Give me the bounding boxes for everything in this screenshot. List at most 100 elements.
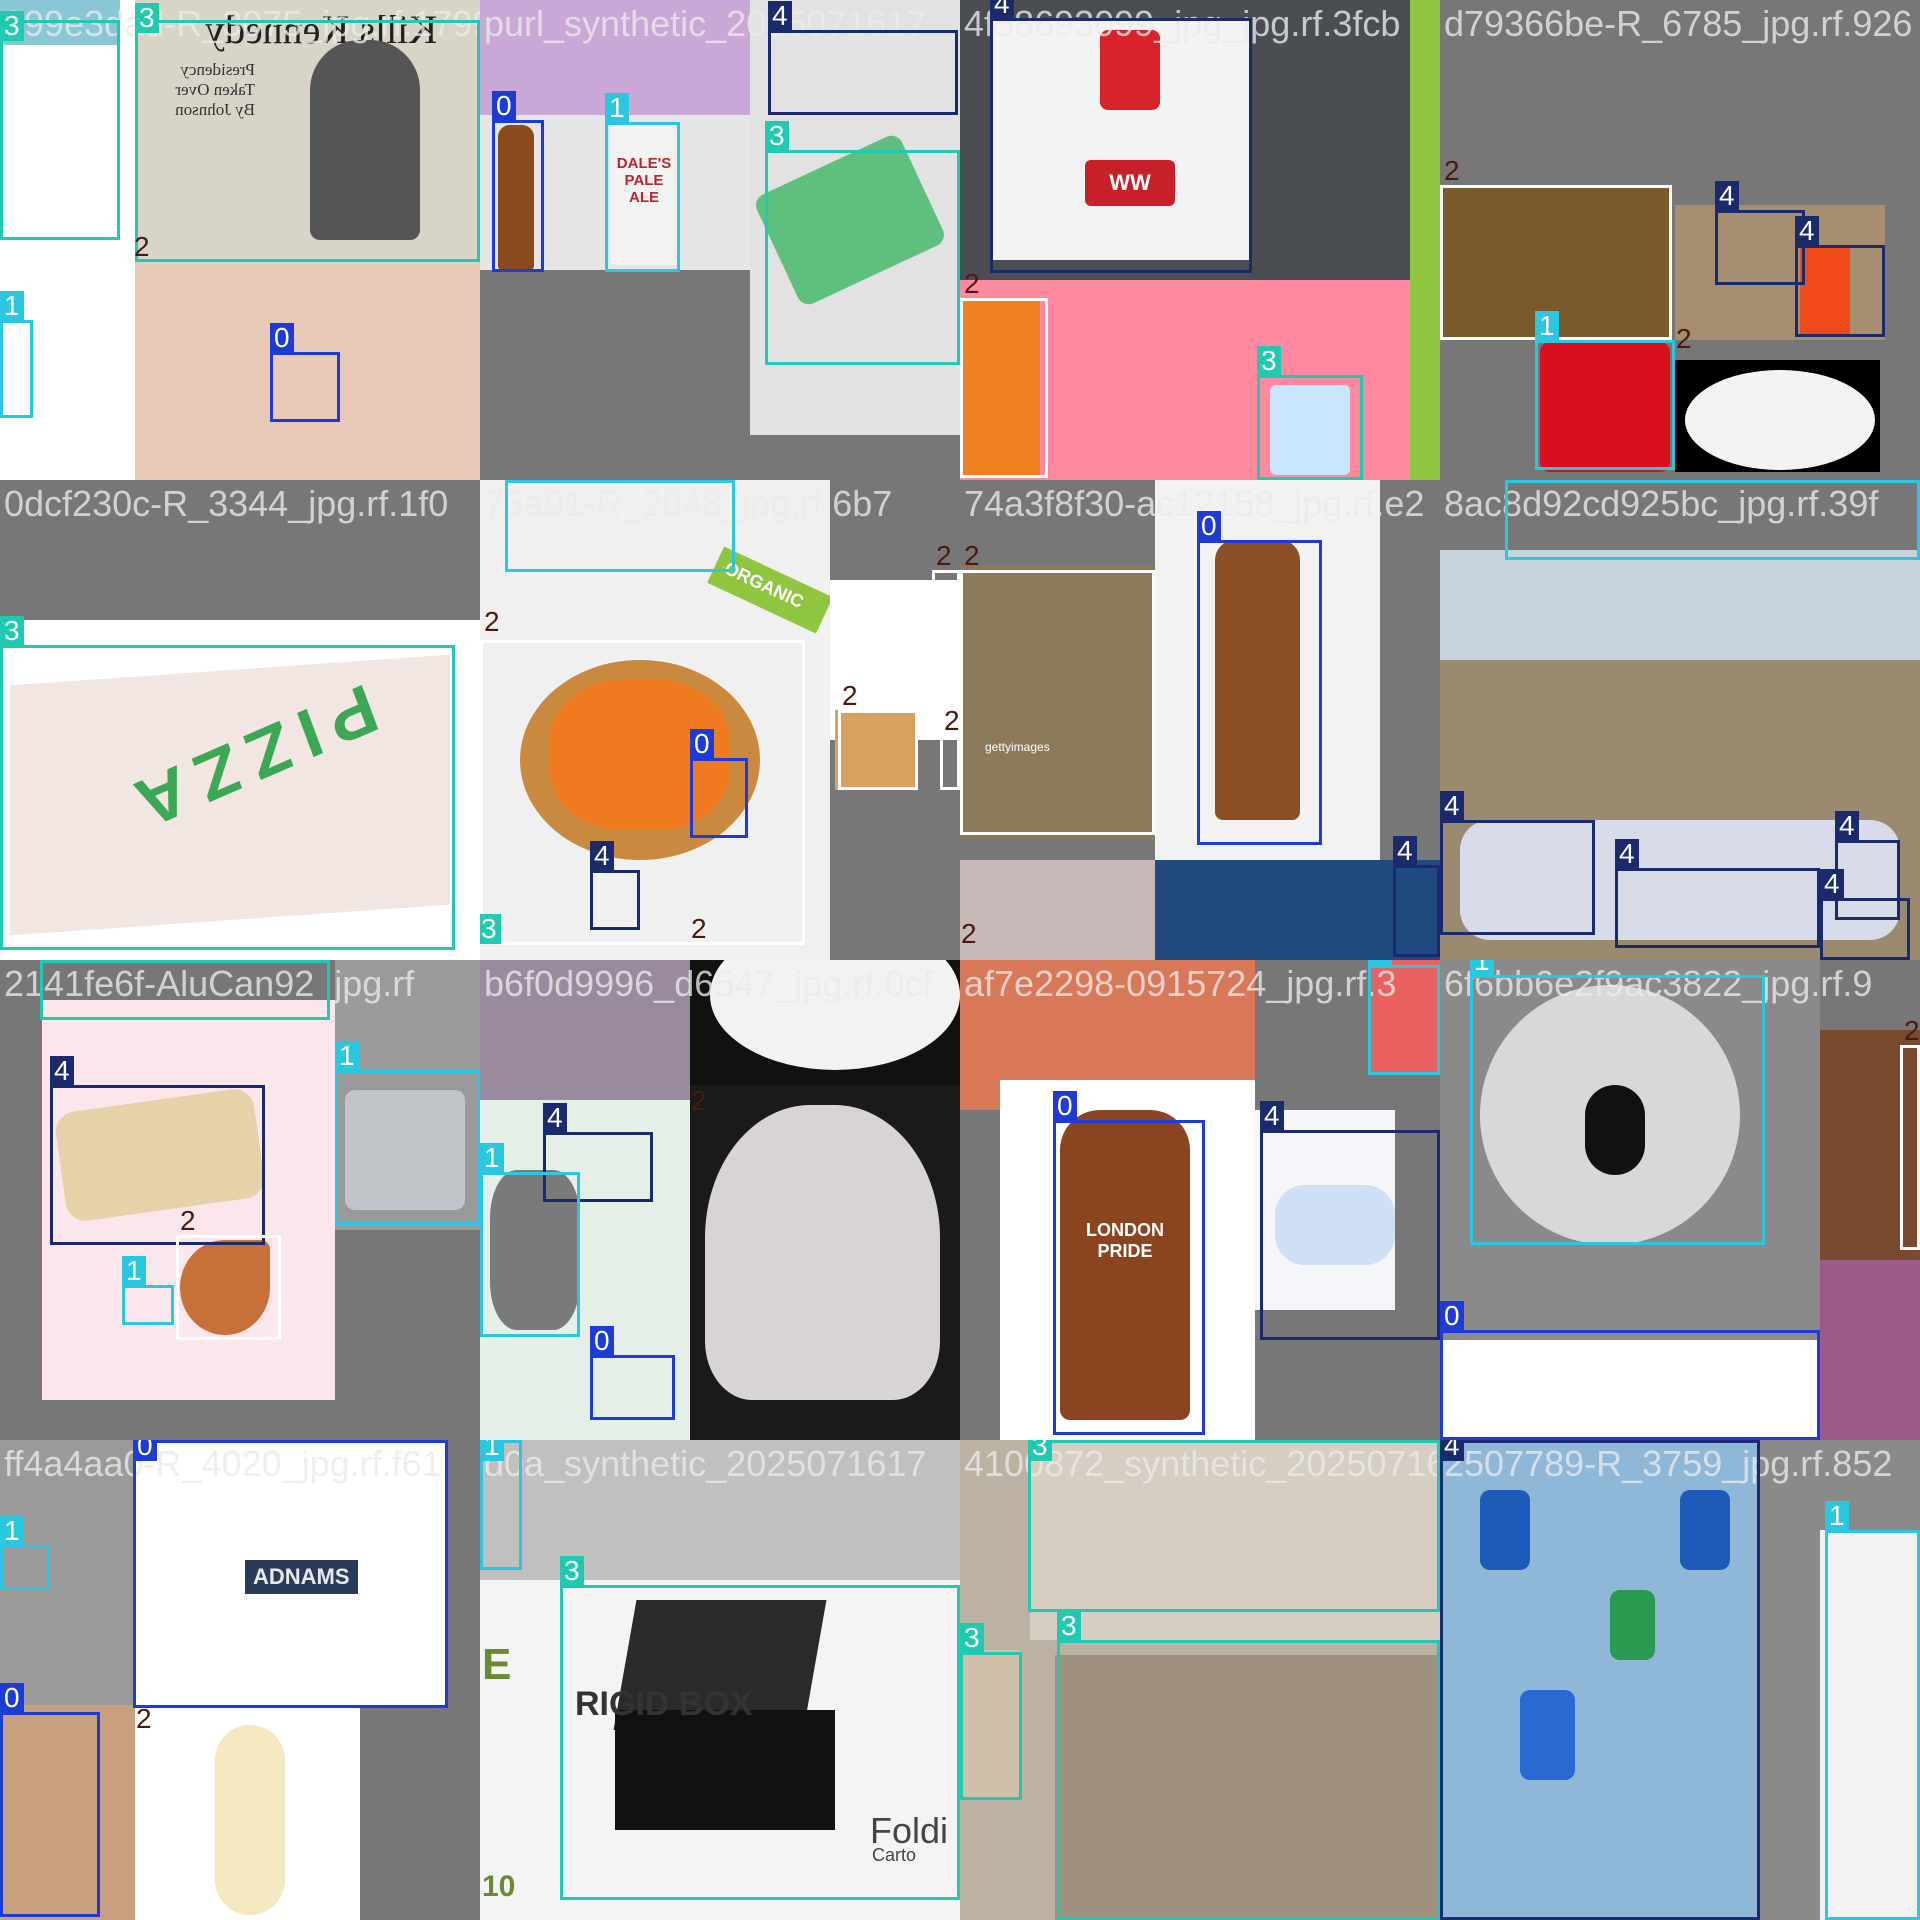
bbox-label: 2	[691, 1085, 707, 1116]
bbox-label: 3	[1028, 1440, 1052, 1461]
bbox-label: 2	[136, 1703, 152, 1734]
bbox-class-4: 4	[1393, 836, 1440, 957]
bbox-class-2: 2	[838, 681, 918, 790]
bbox-class-3: 3	[1028, 1440, 1440, 1612]
bbox-label: 4	[50, 1056, 74, 1086]
bbox-label: 2	[484, 606, 500, 637]
bbox-label: 2	[964, 540, 980, 571]
bbox-class-1: 1	[1505, 480, 1920, 560]
bbox-class-4: 4	[1715, 181, 1805, 285]
bbox-class-1: 1	[480, 1440, 522, 1570]
bbox-class-4: 4	[1440, 791, 1595, 935]
bbox-class-4: 4	[1260, 1101, 1440, 1340]
bbox-class-3: 3	[135, 3, 480, 262]
bbox-class-0: 0	[270, 323, 340, 422]
bbox-label: 3	[0, 616, 24, 646]
mosaic-tile: DALE'S PALE ALE purl_synthetic_202507161…	[480, 0, 960, 480]
bbox-label: 1	[1505, 480, 1529, 481]
mosaic-tile: LONDON PRIDE af7e2298-0915724_jpg.rf.3 0…	[960, 960, 1440, 1440]
bbox-label: 4	[990, 0, 1014, 19]
bbox-label: 4	[1393, 836, 1417, 866]
bbox-class-0: 0	[1053, 1091, 1205, 1435]
purple-photo	[1820, 1260, 1920, 1440]
bbox-class-0: 0	[690, 729, 748, 838]
bbox-class-4: 4	[1795, 216, 1885, 337]
bbox-label: 3	[135, 3, 159, 33]
bbox-label: 0	[690, 729, 714, 759]
bbox-label: 1	[505, 480, 529, 481]
bbox-label: 2	[1676, 323, 1692, 354]
mosaic-tile: ADNAMS ff4a4aa0-R_4020_jpg.rf.f61 0 1 0 …	[0, 1440, 480, 1920]
mosaic-tile: PIZZA 0dcf230c-R_3344_jpg.rf.1f0 3	[0, 480, 480, 960]
bbox-class-0: 0	[1440, 1301, 1820, 1440]
bbox-class-1: 1	[0, 1516, 50, 1590]
bbox-class-1: 1	[122, 1256, 174, 1325]
bbox-label: 4	[1715, 181, 1739, 211]
bbox-class-2: 2	[960, 269, 1048, 478]
bbox-class-3: 3	[960, 1623, 1022, 1800]
bbox-label: 4	[1615, 839, 1639, 869]
tile-filename: d0a_synthetic_2025071617	[484, 1443, 927, 1484]
lid-photo	[1675, 360, 1880, 472]
woven-basket	[705, 1105, 940, 1400]
sandy-photo	[960, 860, 1155, 960]
bbox-label: 4	[1440, 791, 1464, 821]
bbox-class-4: 4	[50, 1056, 265, 1245]
bbox-label: 3	[1057, 1611, 1081, 1641]
banana-peel-icon	[215, 1725, 285, 1915]
bbox-class-2: 2	[932, 541, 960, 680]
bbox-class-2: 2	[480, 607, 805, 945]
side-letter: E	[482, 1640, 512, 1689]
bbox-label: 4	[590, 841, 614, 871]
bbox-label: 3	[480, 914, 501, 944]
bbox-class-1: 1	[0, 291, 33, 418]
bbox-class-4: 4	[768, 1, 958, 115]
bbox-label: 0	[492, 91, 516, 121]
bbox-class-2: 2	[960, 541, 1155, 835]
bbox-class-1: 1	[335, 1041, 480, 1225]
mosaic-tile: 4100872_synthetic_2025071617 3 3 3	[960, 1440, 1440, 1920]
bbox-label: 2	[936, 540, 952, 571]
bbox-class-3: 3	[560, 1556, 960, 1900]
tile-filename: d79366be-R_6785_jpg.rf.926	[1444, 3, 1913, 44]
side-number: 10	[482, 1870, 516, 1903]
bbox-class-3: 3	[0, 11, 120, 240]
mosaic-tile: d79366be-R_6785_jpg.rf.926 2 4 4 1 2	[1440, 0, 1920, 480]
bbox-label: 2	[964, 268, 980, 299]
bbox-label: 4	[1260, 1101, 1284, 1131]
bbox-label: 2	[961, 918, 977, 949]
bbox-label: 3	[40, 960, 64, 961]
mosaic-tile: b6f0d9996_d6547_jpg.rf.0cf 4 1 2 0	[480, 960, 960, 1440]
bbox-label: 2	[1444, 155, 1460, 186]
bbox-label: 2	[1904, 1015, 1920, 1046]
bbox-class-3: 3	[40, 960, 330, 1020]
bbox-class-1: 1	[1368, 960, 1440, 1075]
bbox-class-2: 2	[1900, 1016, 1920, 1250]
bbox-label: 0	[1197, 511, 1221, 541]
bbox-label: 3	[0, 11, 24, 41]
mosaic-tile: 6f6bb6e2f9ac3822_jpg.rf.9 1 2 0	[1440, 960, 1920, 1440]
bbox-class-1: 1	[1535, 311, 1675, 470]
bbox-class-4: 4	[590, 841, 640, 930]
mosaic-tile: Kills Kennedy Presidency Taken Over By J…	[0, 0, 480, 480]
bbox-label: 2	[691, 913, 707, 944]
bbox-class-1: 1	[480, 1143, 580, 1337]
bbox-class-0: 0	[1197, 511, 1322, 845]
bbox-label: 1	[0, 291, 24, 321]
bbox-label: 0	[1053, 1091, 1077, 1121]
mosaic-tile: WW 4f58693099_jpg_jpg.rf.3fcb 4 2 3	[960, 0, 1440, 480]
bbox-label: 1	[1368, 960, 1392, 966]
bbox-label: 2	[944, 705, 960, 736]
bbox-class-4: 4	[1820, 869, 1910, 960]
bbox-class-4: 4	[1615, 839, 1820, 948]
bbox-class-0: 0	[590, 1326, 675, 1420]
white-lid-icon	[1685, 370, 1875, 470]
bbox-label: 0	[590, 1326, 614, 1356]
tile-filename: b6f0d9996_d6547_jpg.rf.0cf	[484, 963, 933, 1004]
bbox-label: 1	[1535, 311, 1559, 341]
green-strip	[1410, 0, 1440, 480]
bbox-label: 0	[0, 1683, 24, 1713]
bbox-label: 4	[768, 1, 792, 31]
bbox-label: 1	[335, 1041, 359, 1071]
banana-photo	[135, 1705, 360, 1920]
